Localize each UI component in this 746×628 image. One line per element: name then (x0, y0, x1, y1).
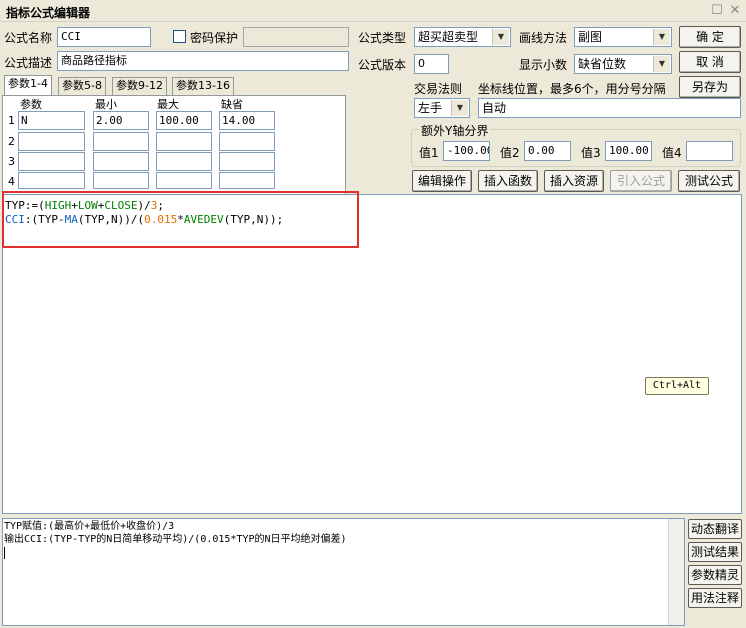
password-label: 密码保护 (190, 31, 239, 45)
trading-rule-value: 左手 (418, 101, 443, 115)
test-formula-button[interactable]: 测试公式 (678, 170, 740, 192)
param-wizard-button[interactable]: 参数精灵 (688, 565, 742, 585)
coord-line-input[interactable]: 自动 (478, 98, 741, 118)
param-row-num: 3 (8, 155, 15, 168)
chevron-down-icon[interactable]: ▼ (492, 29, 509, 45)
param-default-cell[interactable] (219, 152, 275, 171)
param-header-name: 参数 (20, 98, 42, 111)
param-name-cell[interactable] (18, 152, 85, 171)
window-title: 指标公式编辑器 (6, 6, 91, 20)
password-input (243, 27, 349, 47)
trading-rule-label: 交易法则 (414, 82, 463, 96)
output-line-2: 输出CCI:(TYP-TYP的N日简单移动平均)/(0.015*TYP的N日平均… (4, 534, 347, 545)
param-default-cell[interactable]: 14.00 (219, 111, 275, 130)
param-max-cell[interactable] (156, 172, 212, 189)
import-formula-button[interactable]: 引入公式 (610, 170, 672, 192)
maximize-icon[interactable]: ☐ (710, 4, 724, 18)
title-bar: 指标公式编辑器 ☐ ✕ (0, 0, 746, 22)
yaxis-v3-label: 值3 (581, 146, 601, 160)
param-min-cell[interactable]: 2.00 (93, 111, 149, 130)
param-row-num: 4 (8, 175, 15, 188)
yaxis-v4-input[interactable] (686, 141, 733, 161)
yaxis-v3-input[interactable]: 100.00 (605, 141, 652, 161)
yaxis-v2-label: 值2 (500, 146, 520, 160)
draw-select[interactable]: 副图 ▼ (574, 27, 672, 47)
param-min-cell[interactable] (93, 132, 149, 151)
param-max-cell[interactable] (156, 132, 212, 151)
version-label: 公式版本 (358, 58, 407, 72)
close-icon[interactable]: ✕ (728, 4, 742, 18)
param-name-cell[interactable] (18, 132, 85, 151)
ok-button[interactable]: 确 定 (679, 26, 741, 48)
draw-select-value: 副图 (578, 30, 603, 44)
desc-label: 公式描述 (4, 56, 53, 70)
type-select[interactable]: 超买超卖型 ▼ (414, 27, 511, 47)
save-as-button[interactable]: 另存为 (679, 76, 741, 98)
name-label: 公式名称 (4, 31, 53, 45)
desc-input[interactable]: 商品路径指标 (57, 51, 349, 71)
decimals-label: 显示小数 (519, 58, 568, 72)
param-header-max: 最大 (157, 98, 179, 111)
yaxis-v4-label: 值4 (662, 146, 682, 160)
text-cursor (4, 547, 5, 559)
param-name-cell[interactable] (18, 172, 85, 189)
test-result-button[interactable]: 测试结果 (688, 542, 742, 562)
param-min-cell[interactable] (93, 152, 149, 171)
param-row-num: 2 (8, 135, 15, 148)
usage-notes-button[interactable]: 用法注释 (688, 588, 742, 608)
param-max-cell[interactable]: 100.00 (156, 111, 212, 130)
param-header-min: 最小 (95, 98, 117, 111)
param-min-cell[interactable] (93, 172, 149, 189)
output-scrollbar[interactable] (668, 519, 684, 625)
yaxis-group-label: 额外Y轴分界 (419, 122, 491, 139)
param-name-cell[interactable]: N (18, 111, 85, 130)
draw-label: 画线方法 (519, 31, 568, 45)
type-select-value: 超买超卖型 (418, 30, 479, 44)
version-input[interactable]: 0 (414, 54, 449, 74)
tab-params-5-8[interactable]: 参数5-8 (58, 77, 106, 95)
trading-rule-select[interactable]: 左手 ▼ (414, 98, 470, 118)
dynamic-translate-button[interactable]: 动态翻译 (688, 519, 742, 539)
insert-function-button[interactable]: 插入函数 (478, 170, 538, 192)
name-input[interactable]: CCI (57, 27, 151, 47)
output-line-1: TYP赋值:(最高价+最低价+收盘价)/3 (4, 521, 175, 532)
param-max-cell[interactable] (156, 152, 212, 171)
param-header-default: 缺省 (221, 98, 243, 111)
tab-params-1-4[interactable]: 参数1-4 (4, 75, 52, 96)
edit-ops-button[interactable]: 编辑操作 (412, 170, 472, 192)
param-default-cell[interactable] (219, 132, 275, 151)
password-checkbox[interactable] (173, 30, 186, 43)
chevron-down-icon[interactable]: ▼ (653, 56, 670, 72)
decimals-select-value: 缺省位数 (578, 57, 627, 71)
param-default-cell[interactable] (219, 172, 275, 189)
decimals-select[interactable]: 缺省位数 ▼ (574, 54, 672, 74)
chevron-down-icon[interactable]: ▼ (451, 100, 468, 116)
chevron-down-icon[interactable]: ▼ (653, 29, 670, 45)
param-row-num: 1 (8, 114, 15, 127)
yaxis-v2-input[interactable]: 0.00 (524, 141, 571, 161)
tab-params-13-16[interactable]: 参数13-16 (172, 77, 234, 95)
yaxis-v1-label: 值1 (419, 146, 439, 160)
tab-params-9-12[interactable]: 参数9-12 (112, 77, 167, 95)
shortcut-tooltip: Ctrl+Alt (645, 377, 709, 395)
cancel-button[interactable]: 取 消 (679, 51, 741, 73)
highlight-box (2, 191, 359, 248)
yaxis-v1-input[interactable]: -100.00 (443, 141, 490, 161)
insert-resource-button[interactable]: 插入资源 (544, 170, 604, 192)
coord-line-label: 坐标线位置，最多6个，用分号分隔 (478, 82, 666, 96)
type-label: 公式类型 (358, 31, 407, 45)
